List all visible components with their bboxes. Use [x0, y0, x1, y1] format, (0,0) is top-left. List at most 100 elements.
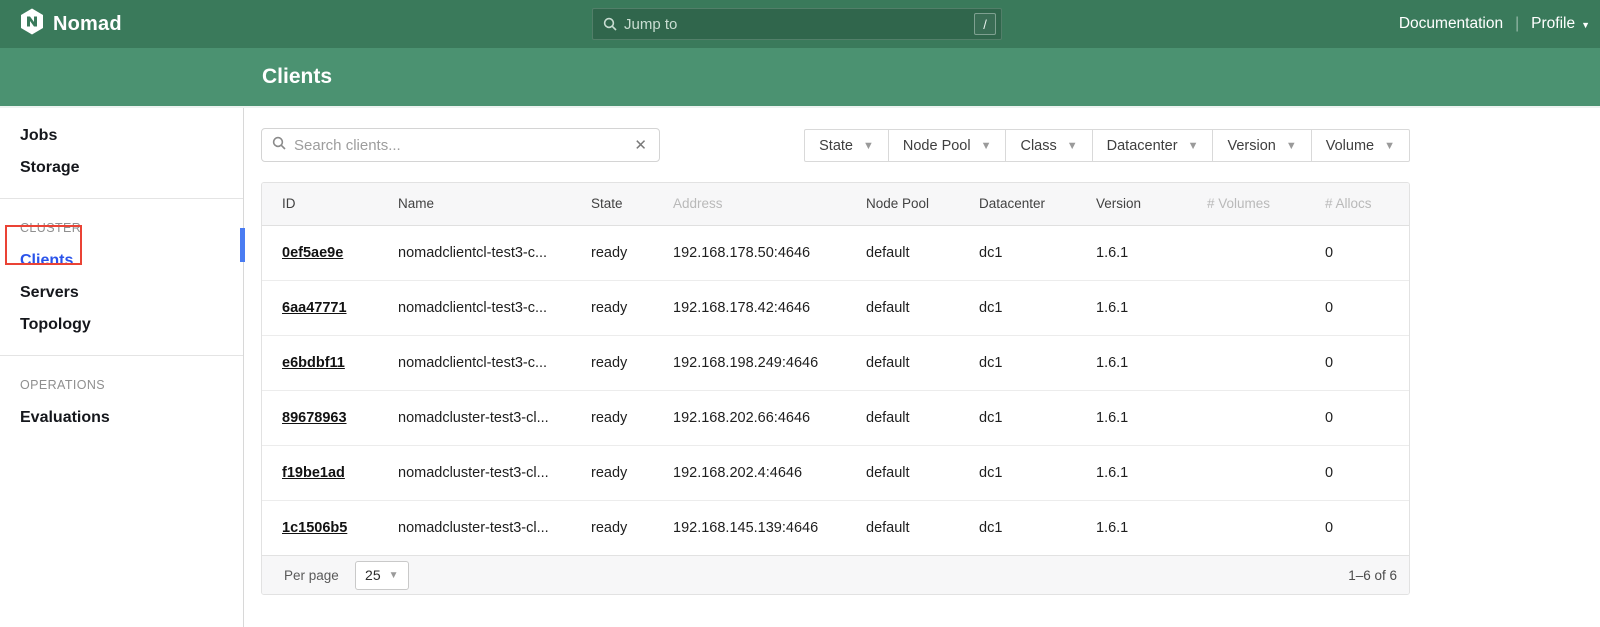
per-page-select[interactable]: 25 ▼ — [355, 561, 409, 590]
cell-id: 0ef5ae9e — [262, 225, 398, 280]
cell-version: 1.6.1 — [1096, 335, 1207, 390]
client-id-link[interactable]: 89678963 — [282, 410, 347, 426]
column-header-name[interactable]: Name — [398, 183, 591, 225]
filter-node-pool[interactable]: Node Pool▼ — [888, 129, 1007, 162]
clients-search-input[interactable] — [294, 137, 632, 154]
filter-volume[interactable]: Volume▼ — [1311, 129, 1410, 162]
chevron-down-icon: ▼ — [981, 140, 992, 152]
column-header-version[interactable]: Version — [1096, 183, 1207, 225]
table-row[interactable]: 6aa47771nomadclientcl-test3-c...ready192… — [262, 280, 1410, 335]
column-header-state[interactable]: State — [591, 183, 673, 225]
table-footer: Per page 25 ▼ 1–6 of 6 — [262, 555, 1409, 594]
cell-datacenter: dc1 — [979, 225, 1096, 280]
cell-state: ready — [591, 500, 673, 555]
cell-address: 192.168.178.42:4646 — [673, 280, 866, 335]
chevron-down-icon: ▼ — [863, 140, 874, 152]
sidebar-item-jobs[interactable]: Jobs — [0, 120, 243, 152]
cell-node_pool: default — [866, 280, 979, 335]
cell-datacenter: dc1 — [979, 335, 1096, 390]
sidebar-section-cluster: CLUSTER — [0, 213, 243, 245]
cell-allocs: 0 — [1325, 335, 1410, 390]
cell-address: 192.168.202.4:4646 — [673, 445, 866, 500]
table-row[interactable]: e6bdbf11nomadclientcl-test3-c...ready192… — [262, 335, 1410, 390]
cell-id: e6bdbf11 — [262, 335, 398, 390]
cell-id: 6aa47771 — [262, 280, 398, 335]
chevron-down-icon: ▼ — [389, 570, 399, 581]
nomad-logo-icon — [20, 8, 44, 40]
column-header-allocs: # Allocs — [1325, 183, 1410, 225]
page-header: Clients — [0, 48, 1600, 108]
cell-name: nomadclientcl-test3-c... — [398, 280, 591, 335]
cell-datacenter: dc1 — [979, 390, 1096, 445]
cell-volumes — [1207, 390, 1325, 445]
sidebar-item-evaluations[interactable]: Evaluations — [0, 402, 243, 434]
page-title: Clients — [262, 48, 332, 106]
client-id-link[interactable]: 1c1506b5 — [282, 520, 347, 536]
table-row[interactable]: 89678963nomadcluster-test3-cl...ready192… — [262, 390, 1410, 445]
cell-address: 192.168.198.249:4646 — [673, 335, 866, 390]
documentation-link[interactable]: Documentation — [1399, 15, 1503, 33]
cell-node_pool: default — [866, 335, 979, 390]
main-content: ✕ State▼Node Pool▼Class▼Datacenter▼Versi… — [244, 108, 1600, 627]
filter-datacenter[interactable]: Datacenter▼ — [1092, 129, 1214, 162]
filter-version[interactable]: Version▼ — [1212, 129, 1311, 162]
brand[interactable]: Nomad — [20, 0, 122, 48]
table-header-row: IDNameStateAddressNode PoolDatacenterVer… — [262, 183, 1410, 225]
per-page-value: 25 — [365, 567, 381, 583]
cell-volumes — [1207, 280, 1325, 335]
cell-volumes — [1207, 335, 1325, 390]
cell-name: nomadcluster-test3-cl... — [398, 500, 591, 555]
clear-search-icon[interactable]: ✕ — [632, 136, 649, 154]
cell-name: nomadclientcl-test3-c... — [398, 335, 591, 390]
sidebar-item-storage[interactable]: Storage — [0, 152, 243, 184]
table-row[interactable]: 1c1506b5nomadcluster-test3-cl...ready192… — [262, 500, 1410, 555]
filter-label: Volume — [1326, 138, 1374, 154]
active-item-indicator — [240, 228, 245, 262]
table-row[interactable]: 0ef5ae9enomadclientcl-test3-c...ready192… — [262, 225, 1410, 280]
column-header-node-pool[interactable]: Node Pool — [866, 183, 979, 225]
nav-separator: | — [1515, 15, 1519, 33]
client-id-link[interactable]: 0ef5ae9e — [282, 245, 343, 261]
cell-volumes — [1207, 500, 1325, 555]
filter-state[interactable]: State▼ — [804, 129, 889, 162]
cell-node_pool: default — [866, 445, 979, 500]
column-header-datacenter[interactable]: Datacenter — [979, 183, 1096, 225]
search-icon — [603, 17, 617, 31]
cell-version: 1.6.1 — [1096, 225, 1207, 280]
cell-address: 192.168.202.66:4646 — [673, 390, 866, 445]
clients-table: IDNameStateAddressNode PoolDatacenterVer… — [261, 182, 1410, 595]
profile-menu[interactable]: Profile ▼ — [1531, 15, 1590, 33]
cell-name: nomadcluster-test3-cl... — [398, 390, 591, 445]
clients-search-box[interactable]: ✕ — [261, 128, 660, 162]
cell-name: nomadcluster-test3-cl... — [398, 445, 591, 500]
sidebar-item-clients[interactable]: Clients — [0, 245, 243, 277]
cell-id: 89678963 — [262, 390, 398, 445]
cell-version: 1.6.1 — [1096, 445, 1207, 500]
cell-node_pool: default — [866, 225, 979, 280]
filter-class[interactable]: Class▼ — [1005, 129, 1092, 162]
client-id-link[interactable]: e6bdbf11 — [282, 355, 345, 371]
cell-node_pool: default — [866, 390, 979, 445]
pagination-range: 1–6 of 6 — [1348, 568, 1397, 583]
column-header-address: Address — [673, 183, 866, 225]
sidebar-item-topology[interactable]: Topology — [0, 309, 243, 341]
column-header-volumes: # Volumes — [1207, 183, 1325, 225]
sidebar-item-servers[interactable]: Servers — [0, 277, 243, 309]
client-id-link[interactable]: f19be1ad — [282, 465, 345, 481]
jump-to-placeholder: Jump to — [624, 16, 677, 33]
table-row[interactable]: f19be1adnomadcluster-test3-cl...ready192… — [262, 445, 1410, 500]
cell-id: f19be1ad — [262, 445, 398, 500]
client-id-link[interactable]: 6aa47771 — [282, 300, 347, 316]
search-icon — [272, 136, 286, 155]
cell-version: 1.6.1 — [1096, 500, 1207, 555]
profile-label: Profile — [1531, 15, 1575, 32]
cell-name: nomadclientcl-test3-c... — [398, 225, 591, 280]
chevron-down-icon: ▼ — [1286, 140, 1297, 152]
column-header-id[interactable]: ID — [262, 183, 398, 225]
cell-datacenter: dc1 — [979, 500, 1096, 555]
brand-name: Nomad — [53, 13, 122, 36]
sidebar-divider — [0, 355, 243, 356]
chevron-down-icon: ▼ — [1581, 20, 1590, 30]
cell-id: 1c1506b5 — [262, 500, 398, 555]
jump-to-search[interactable]: Jump to / — [592, 8, 1002, 40]
